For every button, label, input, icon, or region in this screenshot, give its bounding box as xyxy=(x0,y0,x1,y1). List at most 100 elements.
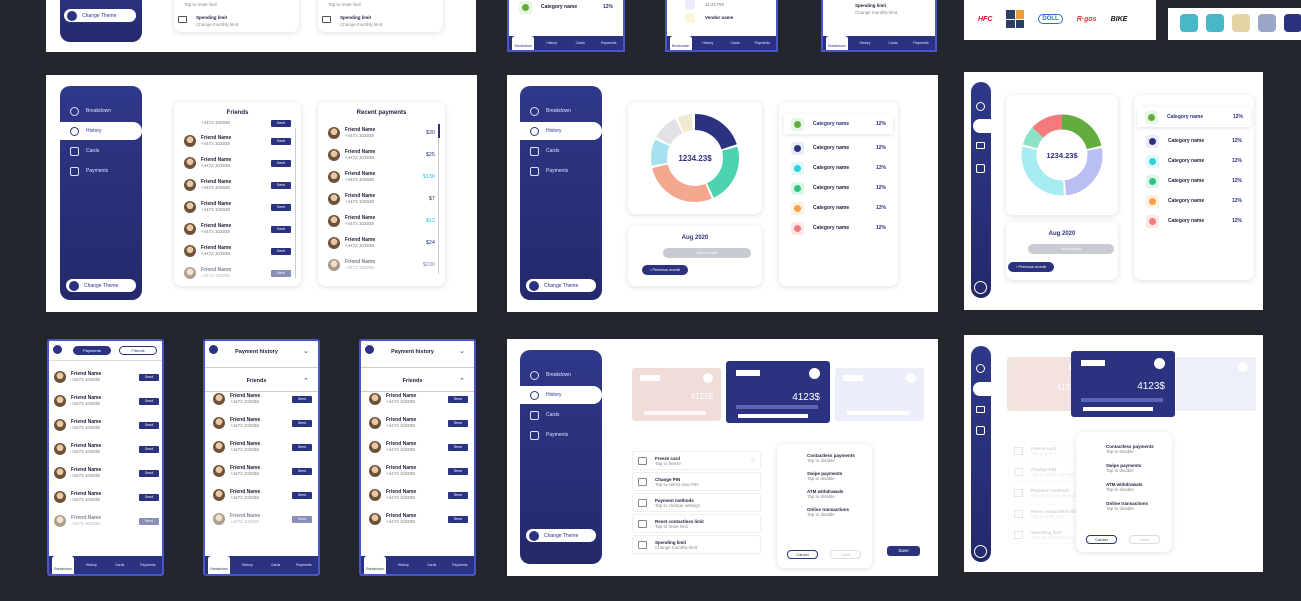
send-button[interactable]: Send xyxy=(139,493,159,501)
clock-icon[interactable] xyxy=(976,364,985,373)
change-theme-button[interactable]: Change Theme xyxy=(526,279,596,292)
sidebar-item-cards[interactable]: Cards xyxy=(520,406,602,424)
payment-history-header[interactable]: Payment history xyxy=(205,349,308,355)
nav-breakdown[interactable]: Breakdown xyxy=(669,36,692,50)
category-row[interactable]: Category name 12% xyxy=(779,218,898,238)
send-button[interactable]: Send xyxy=(139,373,159,381)
sidebar-item-cards[interactable]: Cards xyxy=(520,142,602,160)
chevron-up-icon[interactable]: ⌃ xyxy=(303,377,309,385)
payment-methods-option[interactable]: Payment methods Tap to change settings xyxy=(632,493,761,512)
nav-cards[interactable]: Cards xyxy=(569,41,591,45)
scrollbar[interactable] xyxy=(437,124,440,274)
send-button[interactable]: Send xyxy=(271,247,291,255)
send-button[interactable]: Send xyxy=(292,395,312,403)
send-button[interactable]: Send xyxy=(448,443,468,451)
send-button[interactable]: Send xyxy=(139,397,159,405)
previous-month-button[interactable]: ‹ Previous month xyxy=(642,265,688,275)
payments-icon[interactable] xyxy=(976,164,985,173)
nav-breakdown[interactable]: Breakdown xyxy=(512,36,535,50)
category-row[interactable]: Category name 12% xyxy=(779,158,898,178)
chevron-down-icon[interactable]: ⌄ xyxy=(303,347,309,355)
tab-friends[interactable]: Friends xyxy=(119,346,157,355)
change-theme-button[interactable]: Change Theme xyxy=(64,9,136,22)
send-button[interactable]: Send xyxy=(292,443,312,451)
category-row[interactable]: Category name 12% xyxy=(1134,171,1254,191)
send-button[interactable]: Send xyxy=(139,517,159,525)
moon-icon[interactable] xyxy=(974,281,987,294)
category-row[interactable]: Category name 12% xyxy=(1134,191,1254,211)
send-button[interactable]: Send xyxy=(139,469,159,477)
spending-limit-option[interactable]: Spending limit Change monthly limit xyxy=(632,535,761,554)
send-button[interactable]: Send xyxy=(448,467,468,475)
sidebar-item-payments[interactable]: Payments xyxy=(60,162,142,180)
category-row[interactable]: Category name 12% xyxy=(784,114,893,134)
send-button[interactable]: Send xyxy=(271,137,291,145)
reset-contactless-option[interactable]: Reset contactless limit Tap to reset limi… xyxy=(632,514,761,533)
category-row[interactable]: Category name 12% xyxy=(1137,107,1251,127)
nav-payments[interactable]: Payments xyxy=(293,563,315,567)
sidebar-item-history[interactable]: History xyxy=(60,122,142,140)
send-button[interactable]: Send xyxy=(448,491,468,499)
send-button[interactable]: Send xyxy=(271,225,291,233)
send-button[interactable]: Send xyxy=(292,515,312,523)
bank-card-right[interactable] xyxy=(1176,357,1256,411)
tab-payments[interactable]: Payments xyxy=(73,346,111,355)
nav-breakdown[interactable]: Breakdown xyxy=(52,556,75,574)
nav-history[interactable]: History xyxy=(80,563,102,567)
payments-icon[interactable] xyxy=(976,426,985,435)
category-row[interactable]: Category name 12% xyxy=(1134,131,1254,151)
send-button[interactable]: Send xyxy=(448,515,468,523)
sidebar-item-breakdown[interactable]: Breakdown xyxy=(520,102,602,120)
send-button[interactable]: Send xyxy=(271,119,291,127)
bank-card-active[interactable]: 4123$ xyxy=(1071,351,1175,417)
save-button-disabled[interactable]: Save xyxy=(1129,535,1160,544)
nav-cards[interactable]: Cards xyxy=(109,563,131,567)
nav-history[interactable]: History xyxy=(392,563,414,567)
chevron-up-icon[interactable]: ⌃ xyxy=(459,377,465,385)
card-icon[interactable] xyxy=(976,406,985,413)
sidebar-item-cards[interactable]: Cards xyxy=(60,142,142,160)
nav-history[interactable]: History xyxy=(541,41,563,45)
clock-icon[interactable] xyxy=(976,102,985,111)
card-icon[interactable] xyxy=(976,142,985,149)
sidebar-item-breakdown[interactable]: Breakdown xyxy=(60,102,142,120)
nav-payments[interactable]: Payments xyxy=(751,41,773,45)
category-row[interactable]: Category name 12% xyxy=(779,178,898,198)
change-pin-option[interactable]: Change PIN Tap to select new PIN xyxy=(632,472,761,491)
nav-history[interactable]: History xyxy=(236,563,258,567)
nav-payments[interactable]: Payments xyxy=(910,41,932,45)
change-theme-button[interactable]: Change Theme xyxy=(526,529,596,542)
friends-header[interactable]: Friends xyxy=(205,378,308,384)
sidebar-item-payments[interactable]: Payments xyxy=(520,162,602,180)
category-row[interactable]: Category name 12% xyxy=(1134,151,1254,171)
send-button[interactable]: Send xyxy=(271,203,291,211)
send-button[interactable]: Send xyxy=(139,445,159,453)
send-button[interactable]: Send xyxy=(292,419,312,427)
cancel-button[interactable]: Cancel xyxy=(787,550,818,559)
bank-card-right[interactable] xyxy=(835,368,924,421)
friends-header[interactable]: Friends xyxy=(361,378,464,384)
history-icon[interactable] xyxy=(973,119,991,133)
send-button[interactable]: Send xyxy=(139,421,159,429)
category-row[interactable]: Category name 12% xyxy=(779,198,898,218)
previous-month-button[interactable]: ‹ Previous month xyxy=(1008,262,1054,272)
send-button[interactable]: Send xyxy=(271,181,291,189)
nav-payments[interactable]: Payments xyxy=(598,41,620,45)
send-button[interactable]: Send xyxy=(271,269,291,277)
next-month-button[interactable]: Next month xyxy=(663,248,751,258)
send-button[interactable]: Send xyxy=(448,419,468,427)
payment-history-header[interactable]: Payment history xyxy=(361,349,464,355)
chevron-down-icon[interactable]: ⌄ xyxy=(459,347,465,355)
send-button[interactable]: Send xyxy=(271,159,291,167)
nav-breakdown[interactable]: Breakdown xyxy=(208,556,231,574)
sidebar-item-breakdown[interactable]: Breakdown xyxy=(520,366,602,384)
nav-cards[interactable]: Cards xyxy=(882,41,904,45)
nav-history[interactable]: History xyxy=(697,41,719,45)
sidebar-item-payments[interactable]: Payments xyxy=(520,426,602,444)
moon-icon[interactable] xyxy=(974,545,987,558)
freeze-card-option[interactable]: Freeze card Tap to freeze ◌ xyxy=(632,451,761,470)
save-button[interactable]: Save xyxy=(887,546,920,556)
nav-breakdown[interactable]: Breakdown xyxy=(364,556,387,574)
nav-cards[interactable]: Cards xyxy=(724,41,746,45)
bank-card-left[interactable]: 4123$ xyxy=(632,368,721,421)
